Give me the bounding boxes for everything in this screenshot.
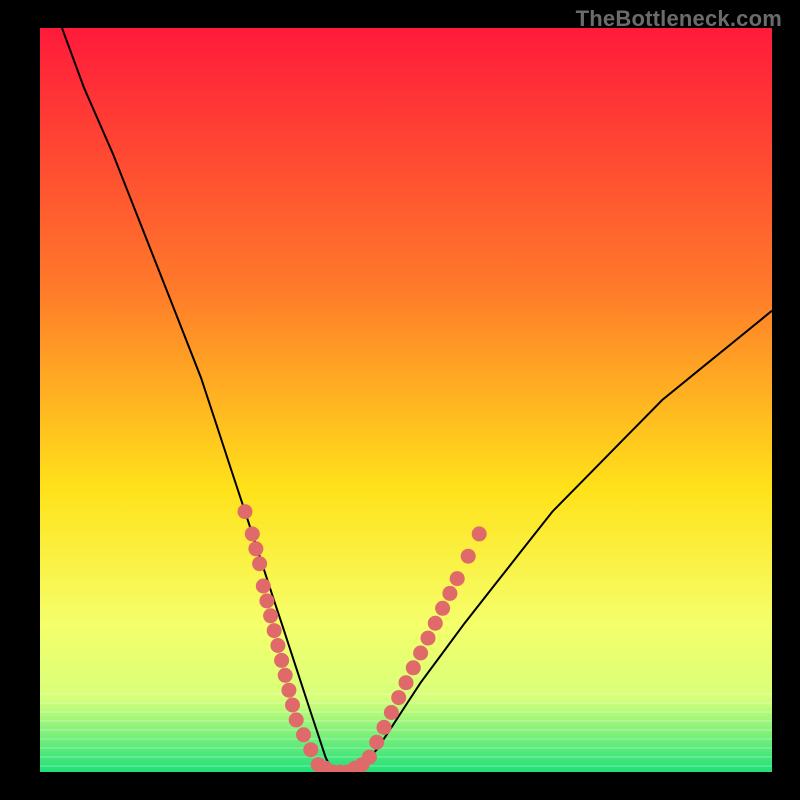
data-dot xyxy=(274,653,289,668)
data-dot xyxy=(428,616,443,631)
data-dot xyxy=(281,683,296,698)
data-dot xyxy=(285,698,300,713)
data-dot xyxy=(369,735,384,750)
data-dot xyxy=(384,705,399,720)
data-dot xyxy=(296,727,311,742)
data-dot xyxy=(406,660,421,675)
data-dot xyxy=(289,712,304,727)
data-dot xyxy=(245,526,260,541)
data-dot xyxy=(421,631,436,646)
data-dot xyxy=(256,579,271,594)
data-dot xyxy=(270,638,285,653)
data-dot xyxy=(259,593,274,608)
plot-area xyxy=(40,28,772,772)
data-dot xyxy=(278,668,293,683)
data-dot xyxy=(450,571,465,586)
data-dot xyxy=(248,541,263,556)
data-dot xyxy=(263,608,278,623)
chart-frame: TheBottleneck.com xyxy=(0,0,800,800)
data-dot xyxy=(472,526,487,541)
data-dot xyxy=(238,504,253,519)
data-dot xyxy=(442,586,457,601)
bottleneck-chart xyxy=(40,28,772,772)
data-dot xyxy=(435,601,450,616)
data-dot xyxy=(267,623,282,638)
data-dot xyxy=(252,556,267,571)
data-dot xyxy=(399,675,414,690)
data-dot xyxy=(391,690,406,705)
data-dot xyxy=(303,742,318,757)
data-dot xyxy=(461,549,476,564)
data-dot xyxy=(377,720,392,735)
data-dot xyxy=(413,646,428,661)
data-dot xyxy=(362,750,377,765)
